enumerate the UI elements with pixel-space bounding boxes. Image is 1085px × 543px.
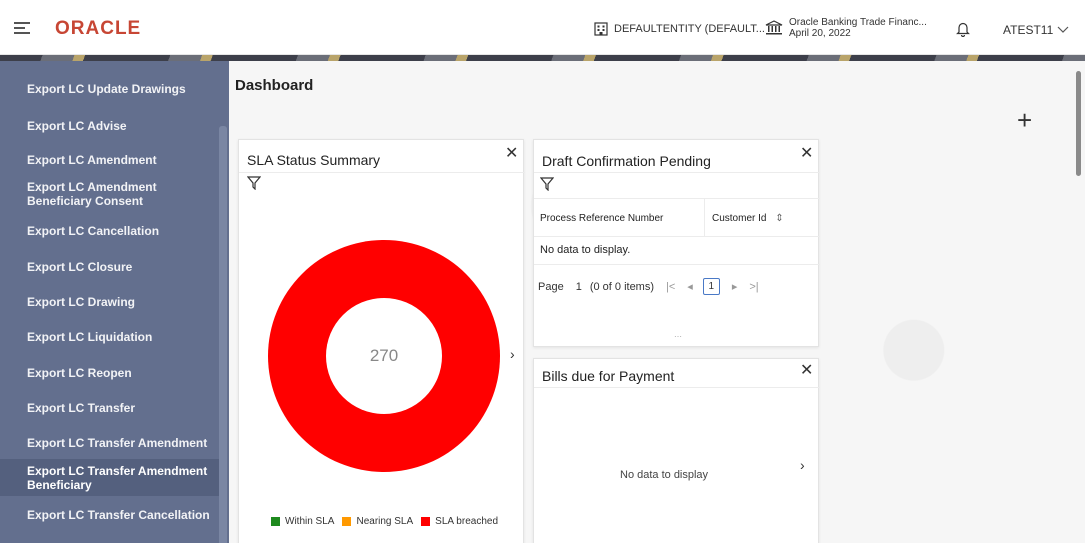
sla-total: 270 — [326, 298, 442, 414]
entity-selector[interactable]: DEFAULTENTITY (DEFAULT... — [594, 22, 765, 36]
column-process-ref[interactable]: Process Reference Number — [540, 213, 663, 224]
draft-confirmation-card: Draft Confirmation Pending ✕ Process Ref… — [533, 139, 820, 347]
close-icon[interactable]: ✕ — [505, 146, 518, 162]
sidebar-item-update-drawings[interactable]: Export LC Update Drawings — [0, 82, 219, 96]
app-info[interactable]: Oracle Banking Trade Financ... April 20,… — [765, 17, 927, 39]
resize-handle-icon[interactable]: ⋯ — [674, 332, 682, 341]
next-page-icon[interactable]: ▸ — [732, 280, 738, 293]
legend-item-within: Within SLA — [271, 516, 334, 527]
column-customer-id[interactable]: Customer Id ⇕ — [712, 213, 784, 224]
page-title: Dashboard — [235, 77, 314, 94]
sidebar-scrollbar[interactable] — [219, 126, 227, 543]
sidebar-item-reopen[interactable]: Export LC Reopen — [0, 366, 219, 380]
building-icon — [594, 22, 608, 36]
bell-icon[interactable] — [956, 21, 970, 42]
bank-icon — [765, 20, 783, 35]
legend-item-nearing: Nearing SLA — [342, 516, 413, 527]
sidebar-item-liquidation[interactable]: Export LC Liquidation — [0, 330, 219, 344]
items-count: (0 of 0 items) — [589, 280, 655, 293]
page-number: 1 — [575, 280, 582, 293]
sla-card-title: SLA Status Summary — [247, 152, 381, 168]
chevron-right-icon[interactable]: › — [800, 457, 805, 473]
page-label: Page — [538, 280, 564, 293]
entity-label: DEFAULTENTITY (DEFAULT... — [614, 23, 765, 35]
bills-card-title: Bills due for Payment — [542, 368, 675, 384]
sort-icon: ⇕ — [775, 213, 784, 224]
draft-card-title: Draft Confirmation Pending — [542, 153, 711, 169]
close-icon[interactable]: ✕ — [800, 146, 813, 162]
sidebar-item-drawing[interactable]: Export LC Drawing — [0, 295, 219, 309]
oracle-logo: ORACLE — [55, 18, 142, 39]
chevron-down-icon — [1057, 26, 1069, 33]
sidebar-item-closure[interactable]: Export LC Closure — [0, 260, 219, 274]
sidebar-item-cancellation[interactable]: Export LC Cancellation — [0, 224, 219, 238]
sidebar: Export LC Update Drawings Export LC Advi… — [0, 61, 229, 543]
legend-item-breached: SLA breached — [421, 516, 498, 527]
empty-message: No data to display. — [540, 244, 631, 256]
prev-page-icon[interactable]: ◂ — [687, 280, 693, 293]
empty-message: No data to display — [620, 469, 709, 481]
current-page-button[interactable]: 1 — [702, 278, 720, 295]
sla-status-card: SLA Status Summary ✕ 270 › Within SLA Ne… — [238, 139, 525, 543]
pagination: Page 1 (0 of 0 items) |< ◂ 1 ▸ >| — [538, 278, 818, 295]
app-header: ORACLE DEFAULTENTITY (DEFAULT... Oracle … — [0, 0, 1085, 55]
user-name: ATEST11 — [1003, 23, 1054, 37]
sla-donut-chart[interactable]: 270 — [268, 240, 500, 472]
dashboard-area: Dashboard + SLA Status Summary ✕ 270 › W… — [229, 61, 1085, 543]
app-date: April 20, 2022 — [789, 28, 851, 39]
sidebar-item-advise[interactable]: Export LC Advise — [0, 119, 219, 133]
chevron-right-icon[interactable]: › — [510, 346, 515, 362]
close-icon[interactable]: ✕ — [800, 363, 813, 379]
sidebar-item-transfer-amendment-beneficiary[interactable]: Export LC Transfer Amendment Beneficiary — [0, 459, 219, 496]
filter-icon[interactable] — [540, 177, 554, 191]
add-widget-icon[interactable]: + — [1017, 107, 1032, 133]
sidebar-item-amendment-beneficiary-consent[interactable]: Export LC Amendment Beneficiary Consent — [0, 180, 219, 208]
sidebar-item-transfer[interactable]: Export LC Transfer — [0, 401, 219, 415]
user-menu[interactable]: ATEST11 — [1003, 23, 1069, 37]
page-scrollbar[interactable] — [1076, 61, 1082, 543]
hamburger-menu-icon[interactable] — [14, 22, 30, 34]
last-page-icon[interactable]: >| — [749, 281, 758, 293]
app-name: Oracle Banking Trade Financ... — [789, 17, 927, 28]
sidebar-item-transfer-amendment[interactable]: Export LC Transfer Amendment — [0, 436, 219, 450]
sidebar-item-transfer-cancellation[interactable]: Export LC Transfer Cancellation — [0, 508, 219, 522]
bills-due-card: Bills due for Payment ✕ No data to displ… — [533, 358, 820, 543]
sla-legend: Within SLA Nearing SLA SLA breached — [271, 516, 506, 527]
first-page-icon[interactable]: |< — [666, 281, 675, 293]
filter-icon[interactable] — [247, 176, 261, 190]
sidebar-item-amendment[interactable]: Export LC Amendment — [0, 153, 219, 167]
